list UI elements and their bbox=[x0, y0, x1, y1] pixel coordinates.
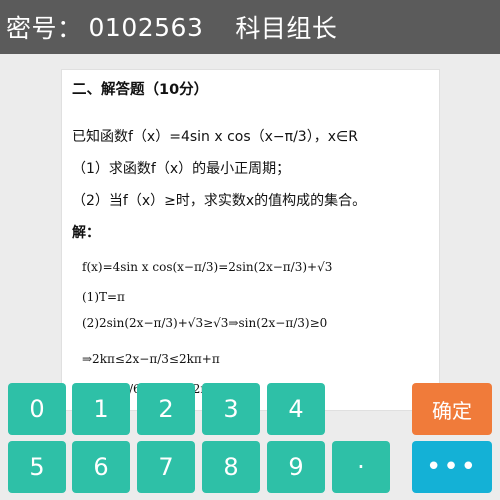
key-5[interactable]: 5 bbox=[8, 441, 66, 493]
math-line-4: ⇒2kπ≤2x−π/3≤2kπ+π bbox=[82, 352, 220, 366]
password-colon: ： bbox=[57, 14, 83, 43]
question-part-2: （2）当f（x）≥时，求实数x的值构成的集合。 bbox=[72, 193, 367, 209]
key-6[interactable]: 6 bbox=[72, 441, 130, 493]
section-title: 二、解答题（10分） bbox=[72, 82, 209, 98]
key-4[interactable]: 4 bbox=[267, 383, 325, 435]
password-value: 0102563 bbox=[88, 12, 204, 42]
key-1[interactable]: 1 bbox=[72, 383, 130, 435]
math-line-1: f(x)=4sin x cos(x−π/3)=2sin(2x−π/3)+√3 bbox=[82, 260, 333, 274]
question-stem: 已知函数f（x）=4sin x cos（x−π/3），x∈R bbox=[72, 129, 358, 145]
password-label: 密号 bbox=[6, 14, 58, 43]
role-title: 科目组长 bbox=[235, 14, 338, 43]
confirm-button[interactable]: 确定 bbox=[412, 383, 492, 435]
key-9[interactable]: 9 bbox=[267, 441, 325, 493]
decimal-point-key[interactable]: · bbox=[332, 441, 390, 493]
key-0[interactable]: 0 bbox=[8, 383, 66, 435]
top-bar: 密号 ： 0102563 科目组长 bbox=[0, 0, 500, 54]
solution-label: 解： bbox=[72, 225, 100, 241]
key-3[interactable]: 3 bbox=[202, 383, 260, 435]
more-button[interactable]: ••• bbox=[412, 441, 492, 493]
math-line-2: (1)T=π bbox=[82, 290, 125, 304]
key-8[interactable]: 8 bbox=[202, 441, 260, 493]
math-line-3: (2)2sin(2x−π/3)+√3≥√3⇒sin(2x−π/3)≥0 bbox=[82, 316, 328, 330]
key-2[interactable]: 2 bbox=[137, 383, 195, 435]
answer-image: 二、解答题（10分） 已知函数f（x）=4sin x cos（x−π/3），x∈… bbox=[62, 70, 439, 410]
question-part-1: （1）求函数f（x）的最小正周期； bbox=[72, 161, 291, 177]
key-7[interactable]: 7 bbox=[137, 441, 195, 493]
